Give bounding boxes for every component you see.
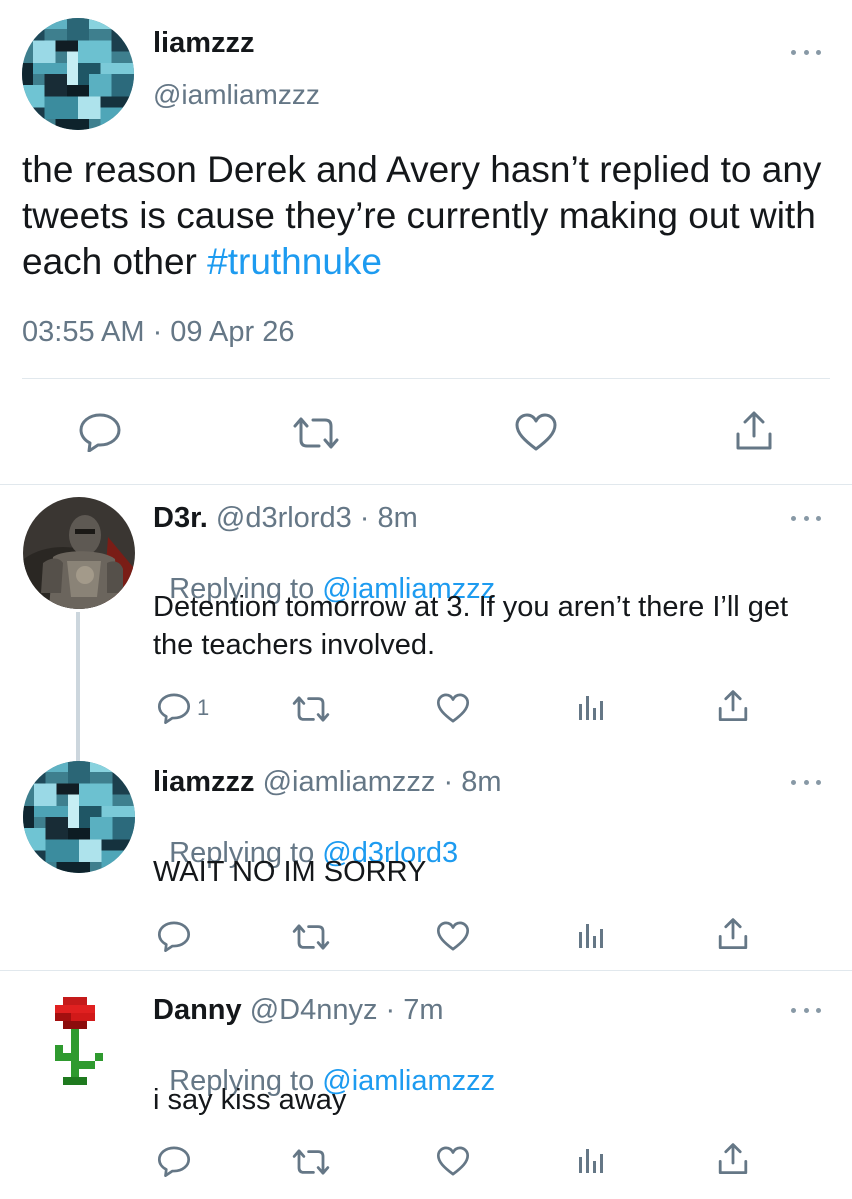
more-options-icon[interactable]: [791, 45, 821, 59]
reply-text: i say kiss away: [153, 1084, 347, 1116]
separator-dot: ·: [435, 766, 462, 798]
reply-button[interactable]: [78, 412, 122, 452]
like-icon: [515, 413, 557, 451]
tweet-body: the reason Derek and Avery hasn’t replie…: [22, 149, 822, 282]
reply-button[interactable]: [157, 920, 191, 952]
divider: [0, 484, 852, 485]
avatar[interactable]: [22, 18, 134, 130]
author-handle[interactable]: @d3rlord3: [216, 502, 352, 534]
retweet-button[interactable]: [291, 416, 341, 450]
reply-header: Danny @D4nnyz · 7m: [153, 994, 444, 1027]
reply-icon: [157, 1146, 191, 1177]
like-icon: [436, 693, 470, 723]
retweet-icon: [293, 417, 339, 449]
avatar[interactable]: [23, 761, 135, 873]
like-icon: [436, 1146, 470, 1176]
reply-time: 7m: [403, 994, 444, 1026]
share-icon: [718, 690, 748, 721]
more-options-icon[interactable]: [791, 775, 821, 789]
like-button[interactable]: [436, 920, 470, 952]
retweet-button[interactable]: [291, 695, 331, 723]
retweet-button[interactable]: [291, 1148, 331, 1176]
hashtag-link[interactable]: #truthnuke: [207, 241, 382, 282]
reply-icon: [79, 413, 121, 452]
pixel-avatar-image: [23, 761, 135, 873]
avatar[interactable]: [23, 989, 135, 1101]
like-icon: [436, 921, 470, 951]
divider: [0, 970, 852, 971]
analytics-icon: [579, 924, 603, 948]
more-options-icon[interactable]: [791, 511, 821, 525]
share-icon: [736, 411, 772, 450]
author-handle[interactable]: @D4nnyz: [250, 994, 378, 1026]
reply-button[interactable]: 1: [157, 692, 209, 724]
reply-icon: [157, 693, 191, 724]
author-name[interactable]: liamzzz: [153, 766, 255, 798]
separator-dot: ·: [377, 994, 404, 1026]
share-button[interactable]: [717, 1142, 749, 1176]
divider: [22, 378, 830, 379]
retweet-icon: [292, 924, 330, 950]
retweet-button[interactable]: [291, 923, 331, 951]
retweet-icon: [292, 1149, 330, 1175]
analytics-icon: [579, 696, 603, 720]
author-name[interactable]: liamzzz: [153, 27, 255, 60]
like-button[interactable]: [436, 692, 470, 724]
reply-icon: [157, 921, 191, 952]
author-handle[interactable]: @iamliamzzz: [263, 766, 436, 798]
share-button[interactable]: [717, 917, 749, 951]
analytics-icon: [579, 1149, 603, 1173]
knight-avatar-image: [23, 497, 135, 609]
like-button[interactable]: [436, 1145, 470, 1177]
analytics-button[interactable]: [577, 692, 605, 722]
analytics-button[interactable]: [577, 1145, 605, 1175]
share-icon: [718, 918, 748, 949]
analytics-button[interactable]: [577, 920, 605, 950]
thread-line: [76, 612, 80, 762]
reply-time: 8m: [377, 502, 418, 534]
share-button[interactable]: [717, 689, 749, 723]
reply-button[interactable]: [157, 1145, 191, 1177]
author-name[interactable]: D3r.: [153, 502, 208, 534]
more-options-icon[interactable]: [791, 1003, 821, 1017]
reply-text: WAIT NO IM SORRY: [153, 856, 427, 888]
reply-header: D3r. @d3rlord3 · 8m: [153, 502, 418, 535]
timestamp: 03:55 AM · 09 Apr 26: [22, 316, 295, 348]
separator-dot: ·: [351, 502, 378, 534]
avatar[interactable]: [23, 497, 135, 609]
reply-text: Detention tomorrow at 3. If you aren’t t…: [153, 591, 789, 661]
reply-time: 8m: [461, 766, 502, 798]
reply-count: 1: [197, 695, 210, 720]
rose-avatar-image: [23, 989, 135, 1101]
retweet-icon: [292, 696, 330, 722]
tweet-text: the reason Derek and Avery hasn’t replie…: [22, 147, 852, 285]
share-button[interactable]: [734, 410, 774, 452]
like-button[interactable]: [514, 412, 558, 452]
reply-header: liamzzz @iamliamzzz · 8m: [153, 766, 502, 799]
pixel-avatar-image: [22, 18, 134, 130]
share-icon: [718, 1143, 748, 1175]
author-name[interactable]: Danny: [153, 994, 242, 1026]
author-handle[interactable]: @iamliamzzz: [153, 79, 320, 111]
